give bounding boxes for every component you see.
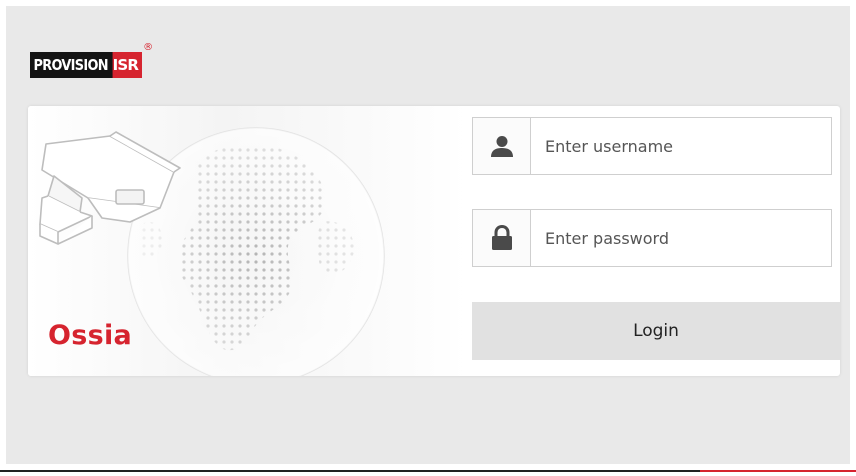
login-button[interactable]: Login: [472, 302, 840, 360]
login-panel: Ossia Login: [28, 106, 840, 376]
password-input[interactable]: [531, 210, 831, 266]
login-page-background: PROVISION ISR ® Ossia Enter username Log…: [6, 6, 850, 464]
registered-mark: ®: [143, 42, 154, 53]
user-icon: [473, 118, 531, 174]
product-name: Ossia: [48, 320, 133, 351]
logo-wordmark: PROVISION: [30, 52, 113, 78]
bottom-accent-line: [700, 470, 856, 472]
username-field: [472, 117, 832, 175]
branding-illustration: Ossia: [28, 106, 468, 376]
username-input[interactable]: [531, 118, 831, 174]
password-field: [472, 209, 832, 267]
lock-icon: [473, 210, 531, 266]
provision-isr-logo: PROVISION ISR ®: [30, 42, 153, 78]
logo-badge: ISR: [108, 52, 143, 78]
